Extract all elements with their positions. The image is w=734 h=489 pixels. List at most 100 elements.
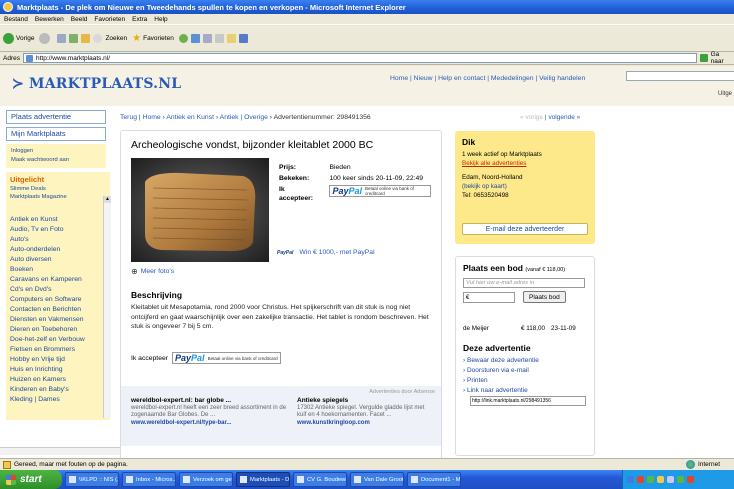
sidebar-scrollbar[interactable]: ▲	[103, 196, 111, 418]
menu-bestand[interactable]: Bestand	[4, 16, 28, 23]
category-link[interactable]: Cd's en Dvd's	[10, 285, 106, 295]
tray-icon[interactable]	[647, 476, 654, 483]
uitgebreid-link[interactable]: Uitge	[718, 91, 732, 97]
history-icon[interactable]	[190, 33, 200, 43]
window-icon	[411, 476, 418, 483]
search-button[interactable]: Zoeken	[93, 33, 127, 43]
folder-icon[interactable]	[226, 33, 236, 43]
advertentie-link-field[interactable]: http://link.marktplaats.nl/298491356	[470, 396, 586, 406]
category-link[interactable]: Auto diversen	[10, 255, 106, 265]
taskbar-window-button[interactable]: Van Dale Groot...	[350, 472, 404, 487]
category-link[interactable]: Kinderen en Baby's	[10, 385, 106, 395]
email-adverteerder-button[interactable]: E-mail deze adverteerder	[462, 223, 588, 235]
tray-icon[interactable]	[687, 476, 694, 483]
category-link[interactable]: Huizen en Kamers	[10, 375, 106, 385]
terug-link[interactable]: Terug	[120, 114, 137, 121]
crumb-antiek-overige[interactable]: Antiek | Overige	[220, 114, 268, 121]
stop-icon[interactable]	[57, 33, 67, 43]
site-search-input[interactable]	[626, 71, 734, 81]
category-link[interactable]: Doe-het-zelf en Verbouw	[10, 335, 106, 345]
bod-email-input[interactable]: Vul hier uw e-mail adres in	[463, 278, 585, 288]
menu-extra[interactable]: Extra	[132, 16, 147, 23]
ad-item[interactable]: wereldbol-expert.nl: bar globe ... werel…	[131, 397, 291, 427]
wachtwoord-link[interactable]: Maak wachtwoord aan	[11, 156, 101, 165]
messenger-icon[interactable]	[238, 33, 248, 43]
volgende-link[interactable]: volgende »	[548, 114, 580, 121]
plaats-advertentie-button[interactable]: Plaats advertentie	[6, 110, 106, 124]
bod-amount-input[interactable]: €	[463, 291, 515, 303]
category-link[interactable]: Hobby en Vrije tijd	[10, 355, 106, 365]
taskbar-window-button[interactable]: CV G. Boudewij...	[293, 472, 347, 487]
category-link[interactable]: Fietsen en Brommers	[10, 345, 106, 355]
forward-button[interactable]	[39, 32, 52, 44]
go-button[interactable]: Ga naar	[699, 51, 734, 65]
taskbar-window-button[interactable]: Marktplaats - D...	[236, 472, 290, 487]
taskbar-window-button[interactable]: Verzoek om ge...	[179, 472, 233, 487]
horizontal-scrollbar[interactable]	[0, 447, 120, 455]
taskbar-window-button[interactable]: \\KLPD :: NIS (...	[65, 472, 119, 487]
media-icon[interactable]	[178, 33, 188, 43]
menu-favorieten[interactable]: Favorieten	[94, 16, 125, 23]
forward-arrow-icon	[39, 32, 51, 44]
home-link[interactable]: Home	[143, 114, 161, 121]
start-button[interactable]: start	[0, 470, 62, 489]
address-input[interactable]: http://www.marktplaats.nl/	[22, 53, 697, 63]
menu-help[interactable]: Help	[154, 16, 167, 23]
category-link[interactable]: Audio, Tv en Foto	[10, 225, 106, 235]
uitgelicht-link[interactable]: Marktplaats Magazine	[10, 193, 106, 201]
bekijk-alle-link[interactable]: Bekijk alle advertenties	[462, 159, 588, 168]
category-link[interactable]: Huis en Inrichting	[10, 365, 106, 375]
bewaar-link[interactable]: Bewaar deze advertentie	[463, 356, 587, 366]
favorites-button[interactable]: ★ Favorieten	[132, 33, 174, 44]
deze-advertentie-title: Deze advertentie	[463, 343, 531, 353]
printen-link[interactable]: Printen	[463, 376, 587, 386]
ad-item[interactable]: Antieke spiegels 17302 Antieke spiegel. …	[297, 397, 435, 427]
listing-photo[interactable]	[131, 158, 269, 262]
paypal-badge: PayPal Betaal online via bank of creditc…	[329, 185, 431, 197]
marktplaats-logo[interactable]: ≻ MARKTPLAATS.NL	[12, 76, 181, 92]
back-button[interactable]: Vorige	[3, 32, 34, 44]
print-icon[interactable]	[214, 33, 224, 43]
plaats-bod-button[interactable]: Plaats bod	[523, 291, 566, 303]
refresh-icon[interactable]	[69, 33, 79, 43]
mijn-marktplaats-button[interactable]: Mijn Marktplaats	[6, 127, 106, 141]
tray-icon[interactable]	[677, 476, 684, 483]
category-link[interactable]: Kleding | Dames	[10, 395, 106, 405]
paypal-win-link[interactable]: PayPal Win € 1000,- met PayPal	[277, 249, 375, 256]
category-link[interactable]: Computers en Software	[10, 295, 106, 305]
category-link[interactable]: Auto's	[10, 235, 106, 245]
taskbar-window-button[interactable]: Inbox - Micros...	[122, 472, 176, 487]
menu-beeld[interactable]: Beeld	[71, 16, 88, 23]
link-naar-advertentie[interactable]: Link naar advertentie	[463, 386, 587, 396]
home-icon[interactable]	[81, 33, 91, 43]
top-links[interactable]: Home | Nieuw | Help en contact | Mededel…	[390, 75, 585, 82]
category-link[interactable]: Antiek en Kunst	[10, 215, 106, 225]
category-link[interactable]: Dieren en Toebehoren	[10, 325, 106, 335]
status-bar: Gereed, maar met fouten op de pagina. In…	[0, 458, 734, 470]
category-link[interactable]: Diensten en Vakmensen	[10, 315, 106, 325]
uitgelicht-link[interactable]: Slimme Deals	[10, 185, 106, 193]
tray-icon[interactable]	[667, 476, 674, 483]
meer-fotos-link[interactable]: ⊕ Meer foto's	[131, 267, 174, 276]
tray-icon[interactable]	[627, 476, 634, 483]
category-link[interactable]: Auto-onderdelen	[10, 245, 106, 255]
crumb-antiek-kunst[interactable]: Antiek en Kunst	[166, 114, 214, 121]
tray-icon[interactable]	[637, 476, 644, 483]
mail-icon[interactable]	[202, 33, 212, 43]
warning-icon[interactable]	[3, 460, 11, 469]
doorsturen-link[interactable]: Doorsturen via e-mail	[463, 366, 587, 376]
seller-box: Dik 1 week actief op Marktplaats Bekijk …	[455, 131, 595, 244]
category-link[interactable]: Contacten en Berichten	[10, 305, 106, 315]
taskbar-window-button[interactable]: Document1 - Mi...	[407, 472, 461, 487]
scroll-up-icon[interactable]: ▲	[104, 196, 111, 203]
window-icon	[240, 476, 247, 483]
login-link[interactable]: Inloggen	[11, 147, 101, 156]
seller-location: Edam, Noord-Holland	[462, 174, 523, 181]
zone-indicator: Internet	[685, 460, 720, 469]
menu-bewerken[interactable]: Bewerken	[35, 16, 64, 23]
kaart-link[interactable]: (bekijk op kaart)	[462, 182, 588, 191]
tray-icon[interactable]	[657, 476, 664, 483]
category-link[interactable]: Caravans en Kamperen	[10, 275, 106, 285]
window-icon	[69, 476, 76, 483]
category-link[interactable]: Boeken	[10, 265, 106, 275]
